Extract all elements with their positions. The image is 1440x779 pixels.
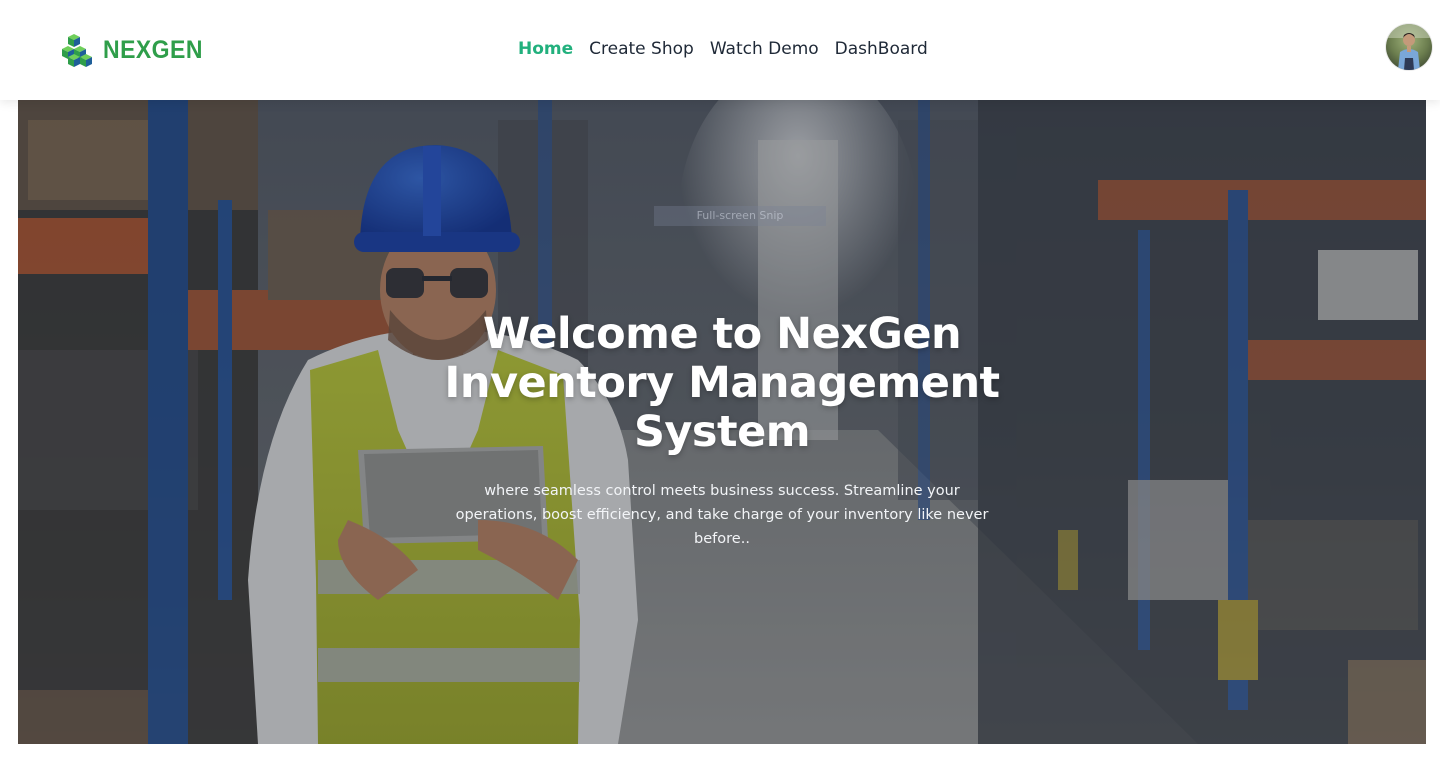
nav-watch-demo[interactable]: Watch Demo	[710, 37, 819, 61]
main-nav: Home Create Shop Watch Demo DashBoard	[518, 37, 928, 61]
cubes-icon	[62, 34, 92, 67]
nav-home[interactable]: Home	[518, 37, 573, 61]
brand-logo[interactable]: NEXGEN	[62, 30, 212, 70]
screen-snip-label: Full-screen Snip	[654, 206, 826, 226]
hero-banner: Full-screen Snip Welcome to NexGen Inven…	[18, 100, 1426, 744]
user-avatar-icon	[1386, 24, 1432, 70]
hero-content: Welcome to NexGen Inventory Management S…	[422, 310, 1022, 551]
brand-name: NEXGEN	[103, 35, 203, 64]
hero-subtitle: where seamless control meets business su…	[455, 483, 989, 547]
hero-title: Welcome to NexGen Inventory Management S…	[444, 309, 1000, 457]
nav-dashboard[interactable]: DashBoard	[835, 37, 928, 61]
user-avatar[interactable]	[1386, 24, 1432, 70]
nav-create-shop[interactable]: Create Shop	[589, 37, 694, 61]
top-navbar: NEXGEN Home Create Shop Watch Demo DashB…	[0, 0, 1440, 100]
